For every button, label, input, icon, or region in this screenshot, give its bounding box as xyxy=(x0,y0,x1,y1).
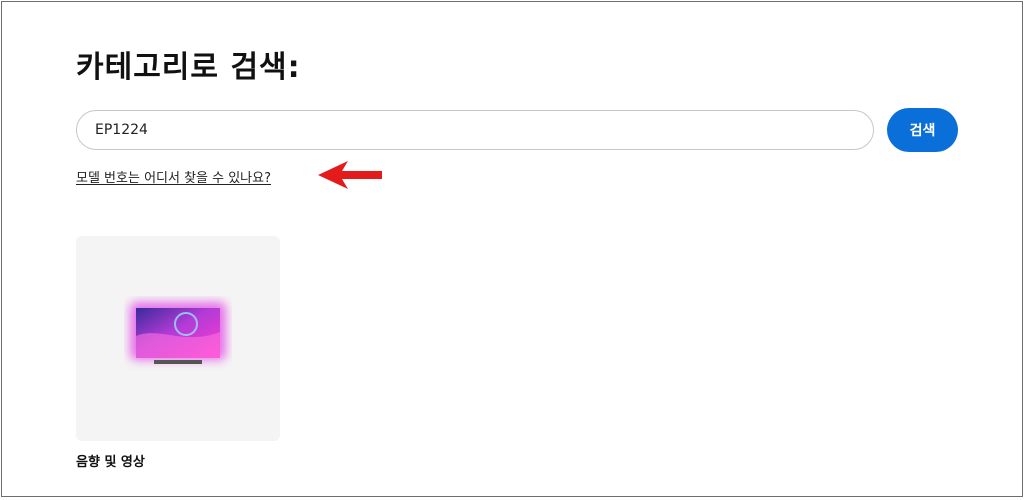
model-number-help-link[interactable]: 모델 번호는 어디서 찾을 수 있나요? xyxy=(76,167,271,186)
page-title: 카테고리로 검색: xyxy=(76,50,301,85)
search-input[interactable] xyxy=(76,110,874,150)
category-label: 음향 및 영상 xyxy=(76,455,145,470)
tv-icon xyxy=(130,302,226,364)
search-button[interactable]: 검색 xyxy=(887,108,958,152)
red-arrow-icon xyxy=(318,161,382,189)
